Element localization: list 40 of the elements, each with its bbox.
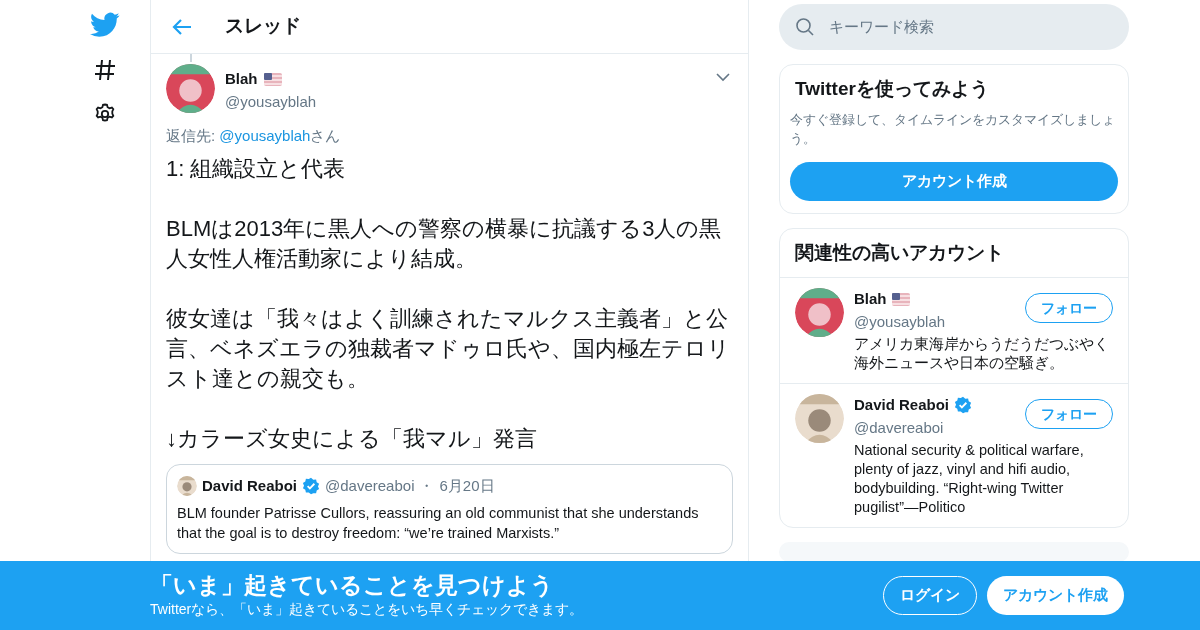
- avatar[interactable]: [177, 475, 197, 496]
- avatar[interactable]: [795, 394, 844, 443]
- author-name[interactable]: Blah: [225, 68, 258, 91]
- account-handle[interactable]: @davereaboi: [854, 416, 973, 439]
- account-bio: National security & political warfare, plenty of jazz, vinyl and hifi audio, bodybuilding. “Right-wing Twitter pugilist”—Politico: [854, 441, 1085, 517]
- account-name[interactable]: Blah: [854, 288, 887, 311]
- account-handle[interactable]: @yousayblah: [854, 310, 946, 333]
- tweet-text: BLMは2013年に黒人への警察の横暴に抗議する3人の黒人女性人権活動家により結成。: [166, 214, 723, 273]
- hashtag-icon[interactable]: [93, 58, 117, 82]
- chevron-down-icon[interactable]: [715, 72, 731, 82]
- quoted-author-handle: @davereaboi: [325, 475, 415, 496]
- card-description: 今すぐ登録して、タイムラインをカスタマイズしましょう。: [790, 110, 1116, 148]
- tweet-text: 1: 組織設立と代表: [166, 154, 347, 183]
- tweet-text: ↓カラーズ女史による「我マル」発言: [166, 424, 538, 453]
- search-input[interactable]: キーワード検索: [829, 15, 1113, 39]
- separator-dot: ・: [419, 475, 435, 496]
- tweet-date: 6月20日: [439, 475, 495, 496]
- quoted-tweet[interactable]: David Reaboi @davereaboi ・ 6月20日 BLM founder Patrisse Cullors, reassuring an old communist that she understands that the goal is to destroy freedom: “we’re trained Marxists.”: [166, 463, 733, 554]
- avatar[interactable]: [166, 64, 215, 113]
- page-title: スレッド: [225, 14, 301, 39]
- card-title: 関連性の高いアカウント: [780, 228, 1128, 278]
- quoted-tweet-text: BLM founder Patrisse Cullors, reassuring an old communist that she understands that the goal is to destroy freedom: “we’re trained Marxists.”: [177, 504, 700, 543]
- card-title: Twitterを使ってみよう: [794, 77, 990, 101]
- tweet-text: 彼女達は「我々はよく訓練されたマルクス主義者」と公言、ベネズエラの独裁者マドゥロ氏や、国内極左テロリスト達との親交も。: [166, 304, 731, 393]
- flag-icon: [263, 72, 282, 86]
- mention-link[interactable]: @yousayblah: [219, 127, 311, 144]
- account-name[interactable]: David Reaboi: [854, 394, 950, 417]
- search-icon: [795, 17, 815, 37]
- quoted-author-name: David Reaboi: [202, 475, 298, 496]
- back-arrow-icon[interactable]: [171, 17, 193, 36]
- create-account-button[interactable]: アカウント作成: [790, 161, 1118, 201]
- create-account-button[interactable]: アカウント作成: [987, 576, 1124, 615]
- reply-to-text: 返信先: @yousayblahさん: [166, 126, 342, 146]
- author-handle[interactable]: @yousayblah: [225, 90, 705, 113]
- avatar[interactable]: [795, 288, 844, 337]
- bird-logo-icon[interactable]: [90, 12, 120, 38]
- account-bio: アメリカ東海岸からうだうだつぶやく海外ニュースや日本の空騒ぎ。: [854, 335, 1110, 373]
- search-field[interactable]: キーワード検索: [779, 4, 1129, 50]
- banner-text: Twitterなら、「いま」起きていることをいち早くチェックできます。: [150, 600, 585, 619]
- banner-title: 「いま」起きていることを見つけよう: [150, 571, 555, 599]
